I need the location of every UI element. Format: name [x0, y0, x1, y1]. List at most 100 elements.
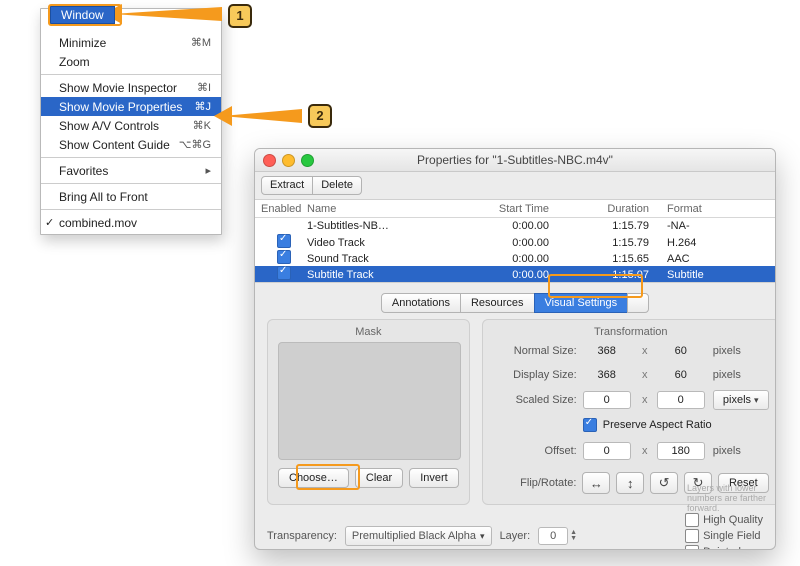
menu-item-favorites[interactable]: Favorites ▸ — [41, 161, 221, 180]
menu-item-label: Show A/V Controls — [59, 119, 159, 133]
track-format: AAC — [667, 253, 769, 265]
menu-separator — [41, 157, 221, 158]
callout-badge-2: 2 — [308, 104, 332, 128]
mask-panel: Mask Choose… Clear Invert — [267, 319, 470, 505]
menu-separator — [41, 74, 221, 75]
track-row[interactable]: Video Track 0:00.00 1:15.79 H.264 — [255, 234, 775, 250]
unit-label: pixels — [713, 345, 769, 357]
offset-x-input[interactable]: 0 — [583, 442, 631, 460]
col-enabled: Enabled — [261, 203, 307, 215]
minimize-window-button[interactable] — [282, 154, 295, 167]
mask-choose-button[interactable]: Choose… — [278, 468, 349, 488]
zoom-window-button[interactable] — [301, 154, 314, 167]
track-format: Subtitle — [667, 269, 769, 281]
menu-separator — [41, 209, 221, 210]
close-window-button[interactable] — [263, 154, 276, 167]
x-separator: x — [639, 394, 651, 406]
menu-title[interactable]: Window — [50, 6, 115, 24]
high-quality-option[interactable]: High Quality — [685, 513, 763, 527]
menu-item-label: Minimize — [59, 36, 106, 50]
menu-item-show-content-guide[interactable]: Show Content Guide ⌥⌘G — [41, 135, 221, 154]
track-start: 0:00.00 — [457, 237, 567, 249]
normal-width: 368 — [583, 342, 631, 360]
track-row[interactable]: 1-Subtitles-NB… 0:00.00 1:15.79 -NA- — [255, 218, 775, 234]
display-width: 368 — [583, 366, 631, 384]
menu-item-label: Favorites — [59, 164, 108, 178]
x-separator: x — [639, 345, 651, 357]
single-field-checkbox[interactable] — [685, 529, 699, 543]
layer-value[interactable]: 0 — [538, 527, 568, 545]
track-start: 0:00.00 — [457, 220, 567, 232]
high-quality-checkbox[interactable] — [685, 513, 699, 527]
properties-window: Properties for "1-Subtitles-NBC.m4v" Ext… — [254, 148, 776, 550]
single-field-option[interactable]: Single Field — [685, 529, 763, 543]
menu-item-zoom[interactable]: Zoom — [41, 52, 221, 71]
mask-invert-button[interactable]: Invert — [409, 468, 459, 488]
tab-other[interactable] — [627, 293, 649, 313]
track-row-selected[interactable]: Subtitle Track 0:00.00 1:15.07 Subtitle — [255, 266, 775, 282]
scaled-size-label: Scaled Size: — [493, 394, 577, 406]
track-format: -NA- — [667, 220, 769, 232]
callout-arrow — [112, 7, 222, 21]
flip-rotate-label: Flip/Rotate: — [493, 477, 577, 489]
tracks-header: Enabled Name Start Time Duration Format — [255, 200, 775, 218]
stepper-down-icon[interactable]: ▼ — [570, 536, 577, 542]
window-titlebar: Properties for "1-Subtitles-NBC.m4v" — [255, 149, 775, 172]
mask-title: Mask — [278, 326, 459, 338]
mask-clear-button[interactable]: Clear — [355, 468, 403, 488]
menu-item-show-movie-inspector[interactable]: Show Movie Inspector ⌘I — [41, 78, 221, 97]
unit-label: pixels — [713, 445, 769, 457]
transformation-title: Transformation — [493, 326, 769, 338]
tab-resources[interactable]: Resources — [460, 293, 535, 313]
col-name: Name — [307, 203, 457, 215]
layer-note: Layers with lower numbers are farther fo… — [687, 483, 775, 513]
col-duration: Duration — [567, 203, 667, 215]
deinterlace-checkbox[interactable] — [685, 545, 699, 550]
transparency-select[interactable]: Premultiplied Black Alpha ▾ — [345, 526, 492, 546]
tab-annotations[interactable]: Annotations — [381, 293, 461, 313]
flip-vertical-icon: ↕ — [627, 476, 634, 491]
layer-stepper[interactable]: 0 ▲▼ — [538, 527, 577, 545]
tab-visual-settings[interactable]: Visual Settings — [534, 293, 629, 313]
track-enabled-checkbox[interactable] — [277, 250, 291, 264]
menu-item-label: combined.mov — [59, 216, 137, 230]
track-start: 0:00.00 — [457, 253, 567, 265]
menu-item-document-combined[interactable]: combined.mov — [41, 213, 221, 232]
window-menu: Minimize ⌘M Zoom Show Movie Inspector ⌘I… — [40, 8, 222, 235]
rotate-ccw-icon: ↺ — [659, 475, 670, 491]
track-enabled-checkbox[interactable] — [277, 234, 291, 248]
track-duration: 1:15.79 — [567, 237, 667, 249]
track-enabled-checkbox[interactable] — [277, 266, 291, 280]
deinterlace-option[interactable]: Deinterlace — [685, 545, 763, 550]
menu-item-label: Zoom — [59, 55, 90, 69]
offset-y-input[interactable]: 180 — [657, 442, 705, 460]
track-row[interactable]: Sound Track 0:00.00 1:15.65 AAC — [255, 250, 775, 266]
track-format: H.264 — [667, 237, 769, 249]
mask-preview — [278, 342, 461, 460]
scaled-height-input[interactable]: 0 — [657, 391, 705, 409]
menu-item-bring-all-to-front[interactable]: Bring All to Front — [41, 187, 221, 206]
chevron-updown-icon: ▾ — [480, 531, 485, 542]
normal-size-label: Normal Size: — [493, 345, 577, 357]
unit-select[interactable]: pixels ▾ — [713, 390, 769, 410]
menu-item-label: Bring All to Front — [59, 190, 148, 204]
rotate-ccw-button[interactable]: ↺ — [650, 472, 678, 494]
preserve-aspect-checkbox[interactable] — [583, 418, 597, 432]
menu-separator — [41, 183, 221, 184]
menu-item-minimize[interactable]: Minimize ⌘M — [41, 33, 221, 52]
scaled-width-input[interactable]: 0 — [583, 391, 631, 409]
menu-item-show-av-controls[interactable]: Show A/V Controls ⌘K — [41, 116, 221, 135]
flip-vertical-button[interactable]: ↕ — [616, 472, 644, 494]
normal-height: 60 — [657, 342, 705, 360]
col-start: Start Time — [457, 203, 567, 215]
delete-button[interactable]: Delete — [312, 176, 362, 195]
display-height: 60 — [657, 366, 705, 384]
unit-select-value: pixels — [723, 391, 751, 409]
extract-button[interactable]: Extract — [261, 176, 313, 195]
transparency-label: Transparency: — [267, 530, 337, 542]
menu-item-label: Show Content Guide — [59, 138, 170, 152]
flip-horizontal-button[interactable]: ↔ — [582, 472, 610, 494]
transformation-panel: Transformation Normal Size: 368 x 60 pix… — [482, 319, 776, 505]
menu-item-show-movie-properties[interactable]: Show Movie Properties ⌘J — [41, 97, 221, 116]
menu-item-shortcut: ⌘J — [195, 100, 212, 113]
